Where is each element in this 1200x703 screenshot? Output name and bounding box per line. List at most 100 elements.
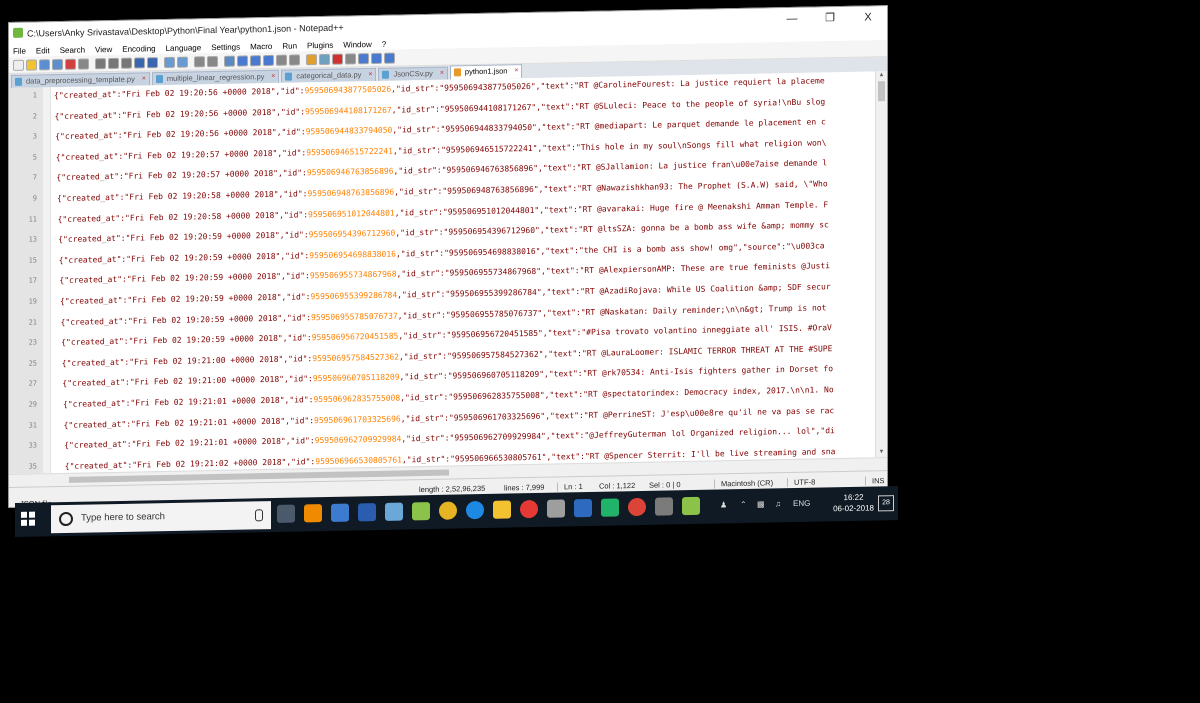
sync-icon[interactable]	[224, 55, 235, 67]
paste-icon[interactable]	[121, 57, 132, 69]
code-line[interactable]: {"created_at":"Fri Feb 02 19:20:59 +0000…	[61, 303, 827, 327]
tab-close-icon[interactable]: ×	[514, 65, 518, 77]
zoom-out-icon[interactable]	[207, 55, 218, 67]
taskbar-search-box[interactable]: Type here to search	[51, 501, 271, 534]
code-area[interactable]: {"created_at":"Fri Feb 02 19:20:56 +0000…	[54, 71, 875, 473]
save-all-icon[interactable]	[52, 58, 63, 70]
code-line[interactable]: {"created_at":"Fri Feb 02 19:20:56 +0000…	[55, 117, 826, 141]
menu-item-9[interactable]: Plugins	[307, 40, 333, 50]
undo-icon[interactable]	[134, 56, 145, 69]
indent-icon[interactable]	[250, 54, 261, 66]
wrap-icon[interactable]	[237, 54, 248, 67]
tab-close-icon[interactable]: ×	[368, 69, 372, 81]
replace-icon[interactable]	[177, 56, 188, 68]
cut-icon[interactable]	[95, 57, 106, 69]
doc-map-icon[interactable]	[276, 54, 287, 66]
app-icon-4[interactable]	[358, 503, 376, 522]
app-icon-5[interactable]	[385, 502, 403, 521]
close-icon[interactable]	[65, 58, 76, 70]
record-macro-icon[interactable]	[332, 53, 343, 65]
status-eol[interactable]: Macintosh (CR)	[714, 478, 774, 489]
code-line[interactable]: {"created_at":"Fri Feb 02 19:20:59 +0000…	[60, 282, 831, 306]
menu-item-2[interactable]: Search	[60, 45, 85, 54]
vlc-icon[interactable]	[304, 504, 322, 523]
app-icon-3[interactable]	[331, 503, 349, 522]
maximize-button[interactable]: ❐	[813, 9, 847, 28]
play-macro-icon[interactable]	[358, 52, 369, 64]
folder-icon[interactable]	[306, 53, 317, 65]
tab-4[interactable]: python1.json ×	[449, 64, 523, 80]
show-all-icon[interactable]	[263, 54, 274, 66]
scroll-down-arrow-icon[interactable]: ▼	[876, 448, 887, 457]
zoom-in-icon[interactable]	[194, 55, 205, 67]
minimize-button[interactable]: —	[775, 10, 809, 29]
save-icon[interactable]	[39, 58, 50, 70]
run-macro-icon[interactable]	[371, 52, 382, 64]
code-line[interactable]: {"created_at":"Fri Feb 02 19:20:59 +0000…	[58, 220, 829, 244]
network-icon[interactable]: ▩	[757, 500, 765, 509]
code-line[interactable]: {"created_at":"Fri Feb 02 19:21:01 +0000…	[63, 385, 834, 409]
redo-icon[interactable]	[147, 56, 158, 68]
pycharm-icon[interactable]	[601, 498, 619, 517]
menu-item-3[interactable]: View	[95, 44, 112, 53]
volume-icon[interactable]: ♫	[775, 499, 781, 508]
menu-item-7[interactable]: Macro	[250, 41, 272, 50]
microphone-icon[interactable]	[255, 509, 263, 522]
edge-icon[interactable]	[466, 500, 484, 520]
code-line[interactable]: {"created_at":"Fri Feb 02 19:20:58 +0000…	[57, 179, 828, 203]
clock[interactable]: 16:22 06-02-2018	[833, 492, 874, 515]
language-indicator[interactable]: ENG	[793, 499, 810, 508]
menu-item-1[interactable]: Edit	[36, 46, 50, 55]
people-icon[interactable]: ♟	[720, 500, 727, 509]
monitor-icon[interactable]	[319, 53, 330, 65]
status-encoding[interactable]: UTF-8	[787, 477, 816, 488]
stop-macro-icon[interactable]	[345, 52, 356, 65]
tab-close-icon[interactable]: ×	[142, 73, 146, 85]
vertical-scrollbar[interactable]: ▲ ▼	[875, 71, 887, 458]
action-center-icon[interactable]: 28	[878, 495, 894, 512]
function-list-icon[interactable]	[289, 53, 300, 66]
task-view-icon[interactable]	[277, 504, 295, 523]
menu-item-8[interactable]: Run	[282, 41, 297, 50]
tray-arrow-icon[interactable]: ⌃	[740, 500, 747, 509]
app-icon-15[interactable]	[655, 497, 673, 516]
new-icon[interactable]	[13, 59, 24, 71]
menu-item-0[interactable]: File	[13, 46, 26, 55]
code-line[interactable]: {"created_at":"Fri Feb 02 19:21:00 +0000…	[62, 344, 833, 368]
store-icon[interactable]	[574, 498, 592, 518]
opera-icon[interactable]	[520, 499, 538, 519]
menu-item-6[interactable]: Settings	[211, 42, 240, 52]
editor[interactable]: 1235791113151719212325272931333537 {"cre…	[9, 71, 887, 474]
find-icon[interactable]	[164, 56, 175, 68]
tab-close-icon[interactable]: ×	[271, 71, 275, 83]
menu-item-4[interactable]: Encoding	[122, 44, 155, 54]
status-mode[interactable]: INS	[865, 476, 885, 486]
tab-close-icon[interactable]: ×	[440, 68, 444, 80]
camera-icon[interactable]	[547, 499, 565, 518]
code-line[interactable]: {"created_at":"Fri Feb 02 19:20:56 +0000…	[55, 97, 826, 121]
save-macro-icon[interactable]	[384, 52, 395, 64]
open-icon[interactable]	[26, 58, 37, 71]
close-button[interactable]: X	[851, 8, 885, 27]
menu-item-10[interactable]: Window	[343, 40, 371, 50]
code-line[interactable]: {"created_at":"Fri Feb 02 19:20:59 +0000…	[61, 323, 832, 347]
code-line[interactable]: {"created_at":"Fri Feb 02 19:21:01 +0000…	[64, 426, 835, 450]
vertical-scroll-thumb[interactable]	[878, 81, 885, 102]
menu-item-11[interactable]: ?	[382, 39, 386, 48]
code-line[interactable]: {"created_at":"Fri Feb 02 19:21:00 +0000…	[62, 365, 833, 389]
code-line[interactable]: {"created_at":"Fri Feb 02 19:20:59 +0000…	[59, 241, 825, 265]
copy-icon[interactable]	[108, 57, 119, 69]
code-line[interactable]: {"created_at":"Fri Feb 02 19:20:57 +0000…	[56, 159, 827, 183]
code-line[interactable]: {"created_at":"Fri Feb 02 19:20:59 +0000…	[59, 262, 830, 286]
code-line[interactable]: {"created_at":"Fri Feb 02 19:20:57 +0000…	[56, 138, 827, 162]
print-icon[interactable]	[78, 57, 89, 70]
app-icon-6[interactable]	[412, 502, 430, 521]
code-line[interactable]: {"created_at":"Fri Feb 02 19:20:58 +0000…	[58, 200, 829, 224]
chrome-icon[interactable]	[439, 501, 457, 520]
file-explorer-icon[interactable]	[493, 500, 511, 519]
menu-item-5[interactable]: Language	[166, 43, 202, 53]
scroll-up-arrow-icon[interactable]: ▲	[876, 71, 887, 80]
notepadpp-icon[interactable]	[682, 496, 700, 516]
start-button[interactable]	[21, 511, 35, 526]
chrome-2-icon[interactable]	[628, 497, 646, 517]
